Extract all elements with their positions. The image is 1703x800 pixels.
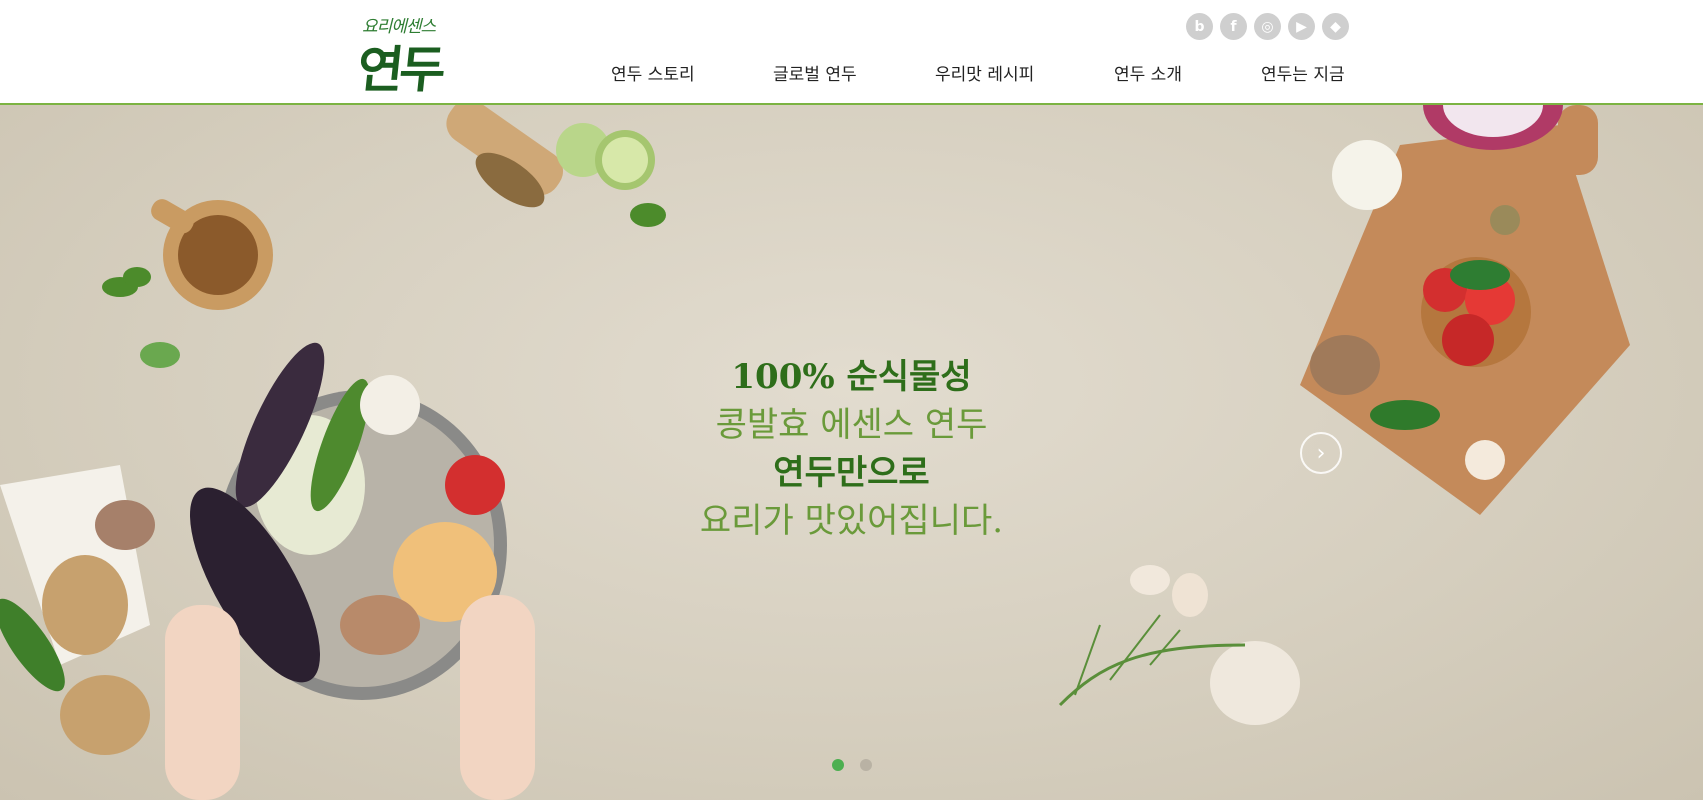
instagram-icon[interactable]: ◎ [1254,13,1281,40]
nav-label[interactable]: 연두 소개 [1114,65,1182,85]
nav-item-now[interactable]: 연두는 지금 [1261,60,1345,85]
nav-label[interactable]: 글로벌 연두 [773,65,857,85]
hero-line-2: 콩발효 에센스 연두 [715,405,988,445]
facebook-icon[interactable]: f [1220,13,1247,40]
next-slide-button[interactable]: › [1300,432,1342,474]
nav-label[interactable]: 연두는 지금 [1261,65,1345,85]
hero-line-1: 100% 순식물성 [731,357,972,397]
nav-label[interactable]: 연두 스토리 [611,65,695,85]
blog-icon[interactable]: b [1186,13,1213,40]
nav-item-recipe[interactable]: 우리맛 레시피 [935,60,1034,85]
hero-line-4: 요리가 맛있어집니다. [699,501,1004,541]
social-links: b f ◎ ▶ ◆ [1186,13,1349,40]
chevron-right-icon: › [1316,440,1326,466]
nav-item-about[interactable]: 연두 소개 [1114,60,1182,85]
hero-banner: 100% 순식물성 콩발효 에센스 연두 연두만으로 요리가 맛있어집니다. › [0,105,1703,800]
nav-item-global[interactable]: 글로벌 연두 [773,60,857,85]
slide-dot-2[interactable] [860,759,872,771]
shield-icon[interactable]: ◆ [1322,13,1349,40]
site-logo[interactable]: 요리에센스 연두 [355,12,458,99]
site-header: 요리에센스 연두 b f ◎ ▶ ◆ 연두 스토리 글로벌 연두 우리맛 레시피… [0,0,1703,105]
nav-label[interactable]: 우리맛 레시피 [935,65,1034,85]
slider-pagination [832,759,872,771]
slide-dot-1[interactable] [832,759,844,771]
logo-title: 연두 [354,41,445,99]
hero-line-3: 연두만으로 [773,453,930,493]
youtube-icon[interactable]: ▶ [1288,13,1315,40]
nav-item-story[interactable]: 연두 스토리 [611,60,695,85]
hero-tagline: 100% 순식물성 콩발효 에센스 연두 연두만으로 요리가 맛있어집니다. [600,353,1103,545]
